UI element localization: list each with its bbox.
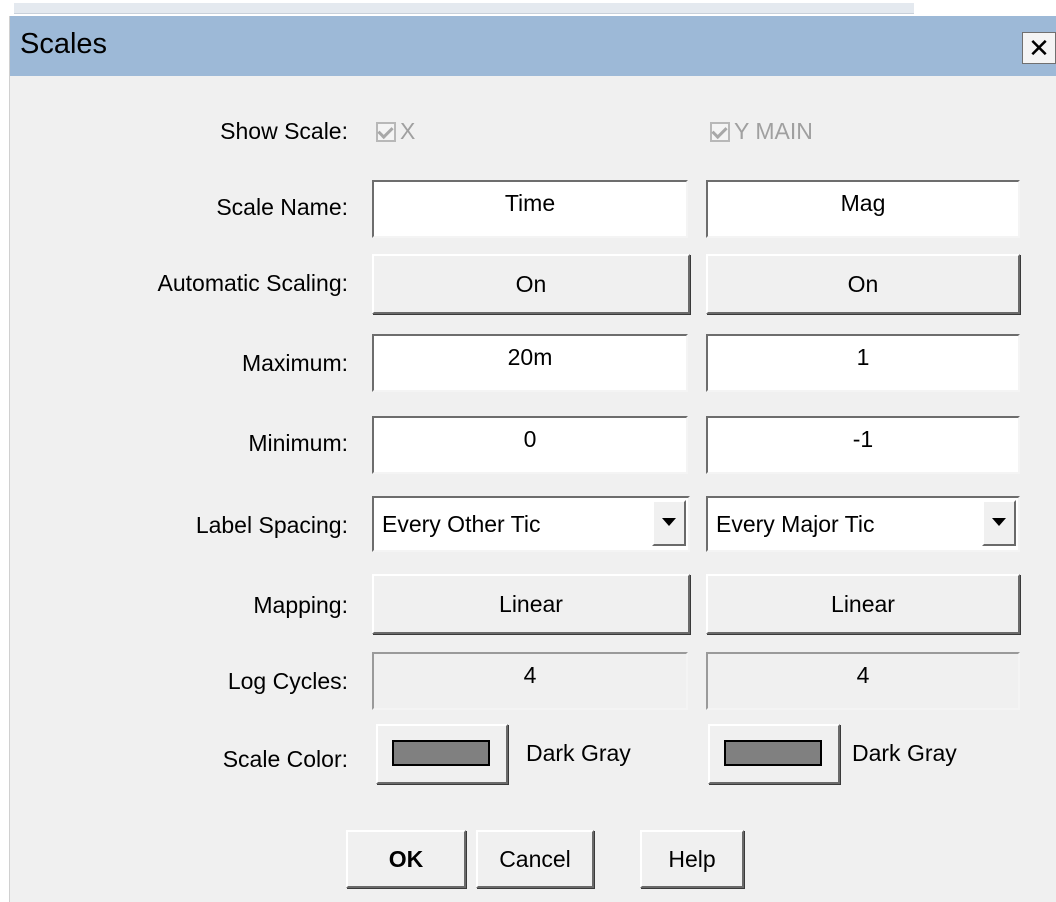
- scale-color-x-button[interactable]: [376, 724, 508, 784]
- show-scale-label: Show Scale:: [220, 118, 348, 144]
- minimum-label: Minimum:: [248, 430, 348, 456]
- automatic-scaling-label: Automatic Scaling:: [157, 270, 348, 296]
- scales-dialog: Scales ✕ Show Scale: Scale Name: Automat…: [10, 16, 1056, 902]
- checkbox-checked-icon: [376, 121, 396, 142]
- label-spacing-label: Label Spacing:: [195, 512, 348, 538]
- log-cycles-label: Log Cycles:: [227, 668, 348, 694]
- minimum-y-input[interactable]: -1: [706, 416, 1020, 474]
- mapping-label: Mapping:: [253, 592, 348, 618]
- dropdown-arrow-button[interactable]: [652, 500, 686, 546]
- show-scale-y-checkbox[interactable]: Y MAIN: [710, 118, 813, 145]
- scale-color-y-name: Dark Gray: [852, 740, 957, 766]
- scale-name-y-input[interactable]: Mag: [706, 180, 1020, 238]
- maximum-x-input[interactable]: 20m: [372, 334, 688, 392]
- checkbox-checked-icon: [710, 121, 730, 142]
- background-window-edge: [0, 16, 10, 902]
- background-window-strip: [0, 0, 1056, 17]
- automatic-scaling-x-button[interactable]: On: [372, 254, 690, 314]
- help-button[interactable]: Help: [640, 830, 744, 888]
- chevron-down-icon: [662, 518, 676, 526]
- chevron-down-icon: [992, 518, 1006, 526]
- close-button[interactable]: ✕: [1022, 32, 1056, 64]
- label-spacing-y-select[interactable]: Every Major Tic: [706, 496, 1020, 552]
- scale-color-y-button[interactable]: [708, 724, 840, 784]
- color-swatch-x: [392, 740, 490, 766]
- maximum-y-input[interactable]: 1: [706, 334, 1020, 392]
- scale-name-label: Scale Name:: [216, 194, 348, 220]
- ok-button[interactable]: OK: [346, 830, 466, 888]
- maximum-label: Maximum:: [241, 350, 348, 376]
- automatic-scaling-y-button[interactable]: On: [706, 254, 1020, 314]
- label-spacing-y-value: Every Major Tic: [716, 511, 875, 537]
- label-spacing-x-select[interactable]: Every Other Tic: [372, 496, 690, 552]
- label-spacing-x-value: Every Other Tic: [382, 511, 541, 537]
- cancel-button[interactable]: Cancel: [476, 830, 594, 888]
- log-cycles-x-input[interactable]: 4: [372, 652, 688, 710]
- show-scale-x-checkbox[interactable]: X: [376, 118, 415, 145]
- title-bar: Scales ✕: [10, 16, 1056, 76]
- close-icon: ✕: [1028, 33, 1050, 63]
- dropdown-arrow-button[interactable]: [982, 500, 1016, 546]
- mapping-y-button[interactable]: Linear: [706, 574, 1020, 634]
- mapping-x-button[interactable]: Linear: [372, 574, 690, 634]
- scale-color-x-name: Dark Gray: [526, 740, 631, 766]
- show-scale-x-label: X: [400, 118, 416, 144]
- show-scale-y-label: Y MAIN: [734, 118, 813, 144]
- dialog-title: Scales: [20, 28, 108, 60]
- color-swatch-y: [724, 740, 822, 766]
- log-cycles-y-input[interactable]: 4: [706, 652, 1020, 710]
- scale-color-label: Scale Color:: [222, 746, 348, 772]
- minimum-x-input[interactable]: 0: [372, 416, 688, 474]
- scale-name-x-input[interactable]: Time: [372, 180, 688, 238]
- background-pane: [14, 3, 914, 14]
